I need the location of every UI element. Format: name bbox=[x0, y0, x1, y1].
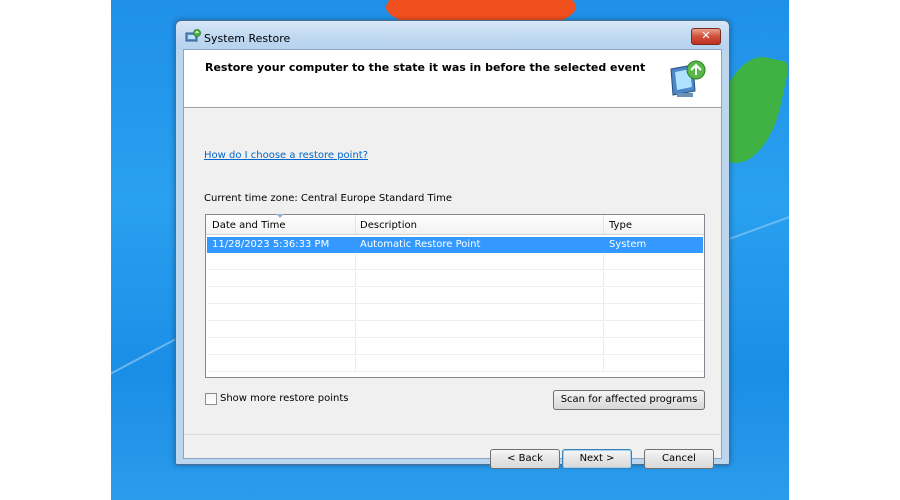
close-button[interactable]: ✕ bbox=[691, 28, 721, 45]
footer-divider bbox=[184, 434, 721, 435]
cell-type: System bbox=[609, 239, 647, 250]
empty-row bbox=[207, 254, 703, 270]
empty-row bbox=[207, 288, 703, 304]
dialog-header: Restore your computer to the state it wa… bbox=[184, 50, 721, 108]
cell-date: 11/28/2023 5:36:33 PM bbox=[212, 239, 330, 250]
next-button[interactable]: Next > bbox=[562, 449, 632, 469]
cancel-button[interactable]: Cancel bbox=[644, 449, 714, 469]
show-more-checkbox[interactable] bbox=[205, 393, 217, 405]
empty-row bbox=[207, 339, 703, 355]
scan-affected-programs-button[interactable]: Scan for affected programs bbox=[553, 390, 705, 410]
column-divider bbox=[603, 215, 604, 234]
empty-row bbox=[207, 356, 703, 372]
title-bar[interactable]: System Restore ✕ bbox=[176, 21, 729, 49]
system-restore-window: System Restore ✕ Restore your computer t… bbox=[175, 20, 730, 469]
back-button[interactable]: < Back bbox=[490, 449, 560, 469]
empty-row bbox=[207, 322, 703, 338]
restore-point-list[interactable]: Date and Time Description Type 11/28/202… bbox=[205, 214, 705, 378]
dialog-body: Restore your computer to the state it wa… bbox=[183, 49, 722, 469]
window-title: System Restore bbox=[204, 32, 291, 45]
list-header: Date and Time Description Type bbox=[206, 214, 704, 235]
timezone-label: Current time zone: Central Europe Standa… bbox=[204, 193, 452, 204]
column-divider bbox=[355, 215, 356, 234]
empty-row bbox=[207, 305, 703, 321]
empty-row bbox=[207, 271, 703, 287]
cell-description: Automatic Restore Point bbox=[360, 239, 481, 250]
sort-arrow-icon bbox=[276, 214, 284, 218]
system-restore-icon bbox=[670, 60, 706, 97]
table-row[interactable]: 11/28/2023 5:36:33 PM Automatic Restore … bbox=[207, 237, 703, 253]
help-link[interactable]: How do I choose a restore point? bbox=[204, 150, 368, 161]
column-header-description[interactable]: Description bbox=[360, 220, 417, 231]
column-header-type[interactable]: Type bbox=[609, 220, 632, 231]
header-title: Restore your computer to the state it wa… bbox=[205, 61, 646, 74]
show-more-label[interactable]: Show more restore points bbox=[220, 393, 348, 404]
system-restore-icon bbox=[185, 29, 201, 42]
column-header-date[interactable]: Date and Time bbox=[212, 220, 286, 231]
